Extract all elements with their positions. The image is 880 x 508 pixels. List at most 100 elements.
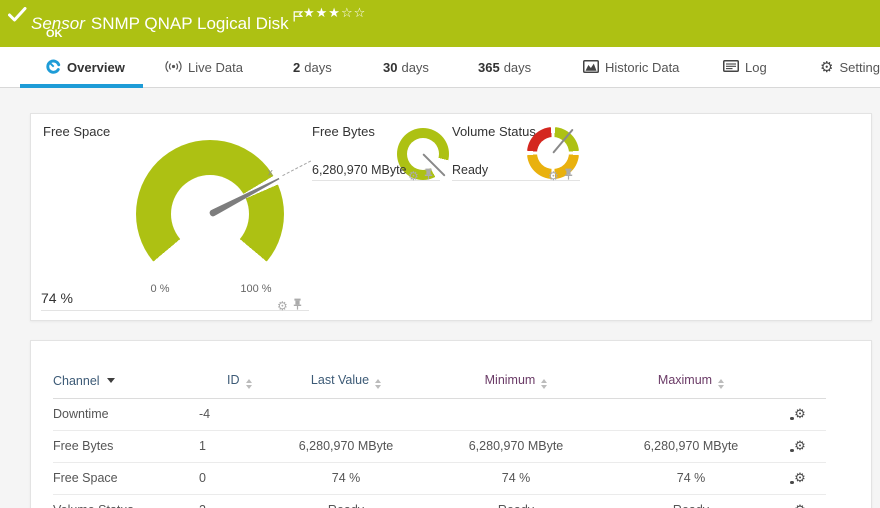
priority-stars[interactable]: ★★★☆☆	[303, 5, 366, 21]
channel-current-value: 6,280,970 MByte	[312, 163, 407, 177]
cell-last-value	[271, 399, 421, 431]
gauge-settings-icon[interactable]: ⚙	[408, 170, 419, 182]
active-tab-underline	[20, 84, 143, 88]
column-header-minimum[interactable]: Minimum	[421, 367, 611, 399]
sensor-title-line: SensorSNMP QNAP Logical Disk	[31, 7, 303, 34]
cell-maximum: 6,280,970 MByte	[611, 431, 771, 463]
tab-live-data[interactable]: Live Data	[165, 47, 243, 88]
cell-channel[interactable]: Downtime	[53, 399, 199, 431]
pin-icon[interactable]	[293, 297, 302, 315]
column-label: Last Value	[311, 373, 369, 387]
tab-number: 365	[478, 60, 500, 75]
tab-label: Live Data	[188, 60, 243, 75]
cell-minimum: 6,280,970 MByte	[421, 431, 611, 463]
log-list-icon	[723, 60, 739, 75]
gauge-marker-x: x	[268, 167, 273, 178]
channel-current-value: Ready	[452, 163, 488, 177]
channel-current-value: 74 %	[41, 290, 73, 306]
cell-last-value: 6,280,970 MByte	[271, 431, 421, 463]
sort-icon	[246, 379, 252, 389]
tab-label: Log	[745, 60, 767, 75]
tab-label: days	[401, 60, 428, 75]
gauge-scale-max: 100 %	[231, 283, 281, 295]
tab-historic-data[interactable]: Historic Data	[583, 47, 679, 88]
page-title: SNMP QNAP Logical Disk	[91, 14, 289, 33]
table-row: Volume Status 2 Ready Ready Ready ⚙	[53, 495, 826, 508]
cell-minimum: Ready	[421, 495, 611, 508]
divider	[41, 310, 309, 311]
tab-label: days	[504, 60, 531, 75]
column-header-last-value[interactable]: Last Value	[271, 367, 421, 399]
channel-gauge-title: Volume Status	[452, 124, 536, 139]
pin-icon[interactable]	[564, 167, 573, 185]
gauge-settings-icon[interactable]: ⚙	[277, 300, 288, 312]
column-label: ID	[227, 373, 240, 387]
column-header-channel[interactable]: Channel	[53, 367, 199, 399]
tab-label: Overview	[67, 60, 125, 75]
tab-2-days[interactable]: 2 days	[293, 47, 332, 88]
cell-maximum: 74 %	[611, 463, 771, 495]
tab-label: days	[304, 60, 331, 75]
cell-channel[interactable]: Free Bytes	[53, 431, 199, 463]
sort-icon	[718, 379, 724, 389]
cell-minimum: 74 %	[421, 463, 611, 495]
channel-settings-icon[interactable]: ⚙	[791, 502, 806, 508]
table-row: Downtime -4 ⚙	[53, 399, 826, 431]
channel-settings-icon[interactable]: ⚙	[791, 406, 806, 421]
sort-desc-icon	[107, 378, 115, 383]
status-badge: OK	[46, 28, 63, 40]
cell-id: 2	[199, 495, 271, 508]
cell-channel[interactable]: Volume Status	[53, 495, 199, 508]
gauge-settings-icon[interactable]: ⚙	[548, 170, 559, 182]
channel-settings-icon[interactable]: ⚙	[791, 470, 806, 485]
pin-icon[interactable]	[424, 167, 433, 185]
cell-last-value: 74 %	[271, 463, 421, 495]
cell-id: 0	[199, 463, 271, 495]
table-header-row: Channel ID Last Value Minimum Maximum	[53, 367, 826, 399]
column-header-actions	[771, 367, 826, 399]
gauge-toolbar: ⚙	[408, 167, 433, 185]
tab-365-days[interactable]: 365 days	[478, 47, 531, 88]
gauge-toolbar: ⚙	[548, 167, 573, 185]
gauge-toolbar: ⚙	[277, 297, 302, 315]
column-header-id[interactable]: ID	[199, 367, 271, 399]
sort-icon	[375, 379, 381, 389]
column-label: Minimum	[485, 373, 536, 387]
cell-channel[interactable]: Free Space	[53, 463, 199, 495]
table-row: Free Space 0 74 % 74 % 74 % ⚙	[53, 463, 826, 495]
sort-icon	[541, 379, 547, 389]
sensor-header: SensorSNMP QNAP Logical Disk ★★★☆☆ OK	[0, 0, 880, 47]
tab-overview[interactable]: Overview	[46, 47, 125, 88]
column-label: Channel	[53, 374, 100, 388]
cell-minimum	[421, 399, 611, 431]
gauge-scale-min: 0 %	[135, 283, 185, 295]
column-label: Maximum	[658, 373, 712, 387]
gauges-panel: Free Space x 0 % 100 % 74 % ⚙ Free Bytes…	[30, 113, 872, 321]
cell-maximum	[611, 399, 771, 431]
tab-number: 2	[293, 60, 300, 75]
cell-id: 1	[199, 431, 271, 463]
tab-label: Settings	[839, 60, 880, 75]
gear-icon: ⚙	[820, 60, 833, 75]
flag-icon[interactable]	[293, 7, 303, 26]
column-header-maximum[interactable]: Maximum	[611, 367, 771, 399]
channels-table: Channel ID Last Value Minimum Maximum Do…	[53, 367, 826, 508]
channel-gauge-title: Free Space	[43, 124, 110, 139]
channel-gauge-title: Free Bytes	[312, 124, 375, 139]
free-space-gauge: x	[136, 140, 284, 288]
table-row: Free Bytes 1 6,280,970 MByte 6,280,970 M…	[53, 431, 826, 463]
channel-settings-icon[interactable]: ⚙	[791, 438, 806, 453]
tab-number: 30	[383, 60, 397, 75]
tab-label: Historic Data	[605, 60, 679, 75]
gauge-icon	[46, 59, 61, 77]
tab-30-days[interactable]: 30 days	[383, 47, 429, 88]
cell-id: -4	[199, 399, 271, 431]
sensor-tabbar: Overview Live Data 2 days 30 days 365 da…	[0, 47, 880, 88]
tab-settings[interactable]: ⚙ Settings	[820, 47, 880, 88]
status-ok-check-icon	[8, 7, 27, 27]
tab-log[interactable]: Log	[723, 47, 767, 88]
historic-chart-icon	[583, 60, 599, 76]
cell-last-value: Ready	[271, 495, 421, 508]
cell-maximum: Ready	[611, 495, 771, 508]
channels-panel: Channel ID Last Value Minimum Maximum Do…	[30, 340, 872, 508]
